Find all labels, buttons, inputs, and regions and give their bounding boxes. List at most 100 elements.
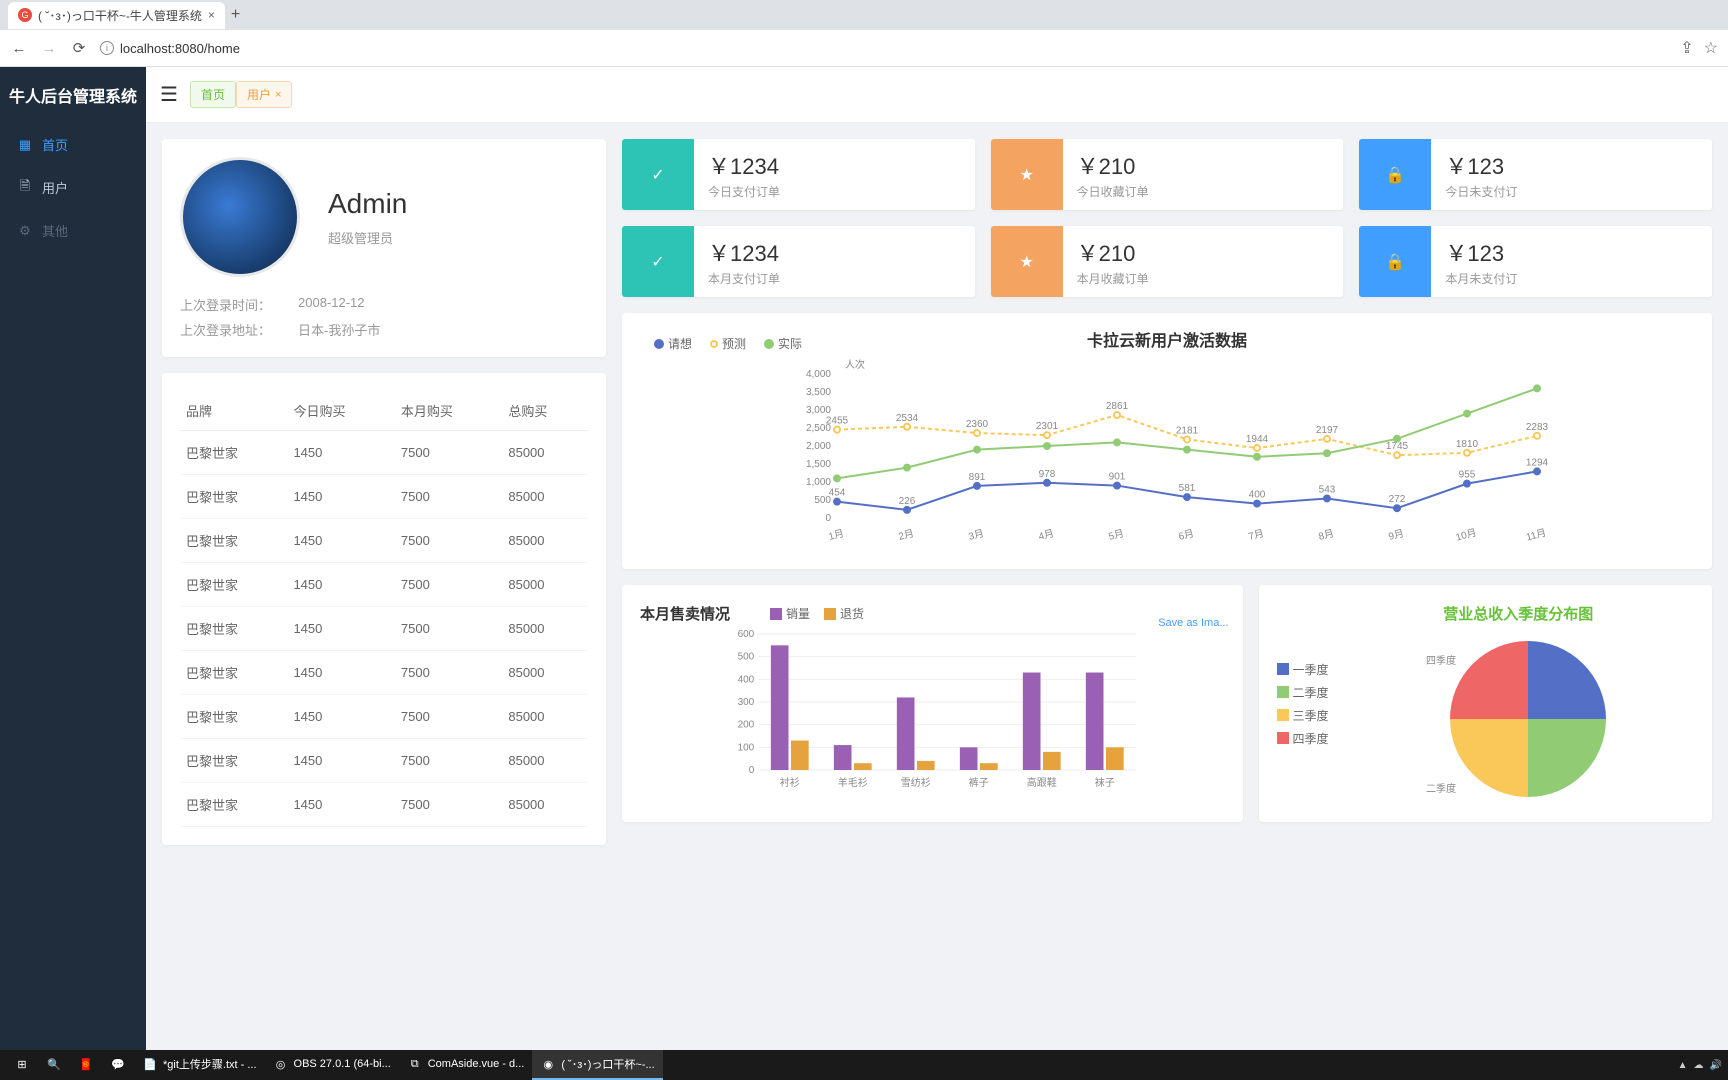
svg-text:2283: 2283 xyxy=(1526,422,1549,433)
taskbar-item[interactable]: 📄*git上传步骤.txt - ... xyxy=(134,1050,265,1080)
sidebar-item-用户[interactable]: 🗎用户 xyxy=(0,166,146,209)
save-as-image-button[interactable]: Save as Ima... xyxy=(1158,617,1228,629)
pie-chart-legend: 一季度 二季度 三季度 四季度 xyxy=(1277,661,1329,747)
forward-button[interactable]: → xyxy=(40,40,58,57)
svg-text:1月: 1月 xyxy=(827,527,845,543)
url-field[interactable]: i localhost:8080/home xyxy=(100,41,240,56)
svg-text:543: 543 xyxy=(1319,484,1336,495)
bar-chart-title: 本月售卖情况 xyxy=(640,603,730,624)
url-text: localhost:8080/home xyxy=(120,41,240,56)
sidebar-item-label: 首页 xyxy=(42,135,68,154)
svg-text:2,000: 2,000 xyxy=(806,441,831,452)
legend-item[interactable]: 四季度 xyxy=(1277,730,1329,747)
back-button[interactable]: ← xyxy=(10,40,28,57)
svg-text:二季度: 二季度 xyxy=(1426,782,1456,795)
site-info-icon[interactable]: i xyxy=(100,41,114,55)
taskbar-item[interactable]: ◉( ˘･з･)っ口干杯~-... xyxy=(532,1050,662,1080)
svg-text:2月: 2月 xyxy=(897,527,915,543)
stat-value: ￥1234 xyxy=(708,149,780,181)
svg-text:3,500: 3,500 xyxy=(806,387,831,398)
close-icon[interactable]: × xyxy=(275,89,281,101)
star-icon: ★ xyxy=(991,139,1063,210)
search-icon: 🔍 xyxy=(46,1056,62,1072)
svg-text:600: 600 xyxy=(738,629,755,640)
legend-item[interactable]: 销量 xyxy=(770,605,810,622)
bag-icon: 🔒 xyxy=(1359,226,1431,297)
taskbar-item[interactable]: ⧉ComAside.vue - d... xyxy=(399,1050,533,1080)
app-root: 牛人后台管理系统 ▦首页🗎用户⚙其他 ☰ 首页用户× Admin 超级管理员 xyxy=(0,67,1728,1051)
stat-value: ￥210 xyxy=(1077,149,1149,181)
table-row: 巴黎世家1450750085000 xyxy=(180,695,588,739)
bar-chart: 0100200300400500600衬衫羊毛衫雪纺衫裤子高跟鞋袜子 xyxy=(640,624,1225,794)
svg-text:2301: 2301 xyxy=(1036,421,1059,432)
app-logo: 牛人后台管理系统 xyxy=(0,67,146,123)
share-icon[interactable]: ⇪ xyxy=(1680,38,1693,58)
gear-icon: ⚙ xyxy=(18,224,32,238)
svg-text:2360: 2360 xyxy=(966,419,989,430)
svg-text:羊毛衫: 羊毛衫 xyxy=(838,776,868,789)
svg-text:裤子: 裤子 xyxy=(969,776,989,789)
reload-button[interactable]: ⟳ xyxy=(70,39,88,57)
stat-card: ★￥210本月收藏订单 xyxy=(991,226,1344,297)
check-icon: ✓ xyxy=(622,226,694,297)
svg-text:891: 891 xyxy=(969,472,986,483)
svg-text:226: 226 xyxy=(899,496,916,507)
stat-label: 本月收藏订单 xyxy=(1077,270,1149,287)
tray-icon[interactable]: ☁ xyxy=(1694,1060,1704,1071)
page-tab[interactable]: 用户× xyxy=(236,81,292,108)
bag-icon: 🔒 xyxy=(1359,139,1431,210)
legend-item[interactable]: 一季度 xyxy=(1277,661,1329,678)
svg-text:1944: 1944 xyxy=(1246,434,1269,445)
tray-icon[interactable]: ▲ xyxy=(1678,1060,1688,1071)
svg-text:978: 978 xyxy=(1039,469,1056,480)
svg-text:581: 581 xyxy=(1179,483,1196,494)
stat-card: ✓￥1234今日支付订单 xyxy=(622,139,975,210)
legend-item[interactable]: 请想 xyxy=(654,335,692,352)
svg-text:7月: 7月 xyxy=(1247,527,1265,543)
svg-text:400: 400 xyxy=(738,674,755,685)
tab-title: ( ˘･з･)っ口干杯~-牛人管理系统 xyxy=(38,7,202,24)
taskbar-item[interactable]: 💬 xyxy=(102,1050,134,1080)
line-chart-title: 卡拉云新用户激活数据 xyxy=(1087,327,1247,351)
taskbar-item[interactable]: ◎OBS 27.0.1 (64-bi... xyxy=(265,1050,399,1080)
svg-text:300: 300 xyxy=(738,697,755,708)
svg-text:100: 100 xyxy=(738,742,755,753)
line-chart: 人次05001,0001,5002,0002,5003,0003,5004,00… xyxy=(640,356,1694,546)
profile-name: Admin xyxy=(328,188,407,220)
svg-text:2197: 2197 xyxy=(1316,425,1339,436)
profile-card: Admin 超级管理员 上次登录时间：2008-12-12上次登录地址：日本-我… xyxy=(162,139,606,357)
sidebar-item-其他[interactable]: ⚙ 其他 xyxy=(0,209,146,252)
table-row: 巴黎世家1450750085000 xyxy=(180,519,588,563)
new-tab-button[interactable]: + xyxy=(231,6,240,24)
stat-value: ￥210 xyxy=(1077,236,1149,268)
legend-item[interactable]: 二季度 xyxy=(1277,684,1329,701)
stat-value: ￥123 xyxy=(1445,236,1517,268)
legend-item[interactable]: 退货 xyxy=(824,605,864,622)
svg-text:2861: 2861 xyxy=(1106,401,1129,412)
svg-text:2455: 2455 xyxy=(826,416,849,427)
svg-text:高跟鞋: 高跟鞋 xyxy=(1027,776,1057,789)
browser-tab[interactable]: G ( ˘･з･)っ口干杯~-牛人管理系统 × xyxy=(8,2,225,29)
bookmark-icon[interactable]: ☆ xyxy=(1704,38,1718,58)
taskbar-item[interactable]: ⊞ xyxy=(6,1050,38,1080)
legend-item[interactable]: 三季度 xyxy=(1277,707,1329,724)
sidebar-item-label: 其他 xyxy=(42,221,68,240)
svg-text:2534: 2534 xyxy=(896,413,919,424)
taskbar-item[interactable]: 🧧 xyxy=(70,1050,102,1080)
taskbar-item[interactable]: 🔍 xyxy=(38,1050,70,1080)
menu-toggle-icon[interactable]: ☰ xyxy=(160,82,178,107)
page-tab[interactable]: 首页 xyxy=(190,81,236,108)
svg-text:人次: 人次 xyxy=(845,358,865,371)
svg-text:454: 454 xyxy=(829,488,846,499)
grid-icon: ▦ xyxy=(18,138,32,152)
tray-icon[interactable]: 🔊 xyxy=(1710,1060,1722,1071)
address-bar: ← → ⟳ i localhost:8080/home ⇪ ☆ xyxy=(0,30,1728,66)
close-icon[interactable]: × xyxy=(208,8,215,22)
system-tray[interactable]: ▲ ☁ 🔊 xyxy=(1678,1060,1722,1071)
stat-label: 今日未支付订 xyxy=(1445,183,1517,200)
legend-item[interactable]: 预测 xyxy=(710,335,746,352)
sidebar-item-首页[interactable]: ▦ 首页 xyxy=(0,123,146,166)
stat-card: 🔒￥123今日未支付订 xyxy=(1359,139,1712,210)
svg-text:0: 0 xyxy=(825,513,831,524)
legend-item[interactable]: 实际 xyxy=(764,335,802,352)
